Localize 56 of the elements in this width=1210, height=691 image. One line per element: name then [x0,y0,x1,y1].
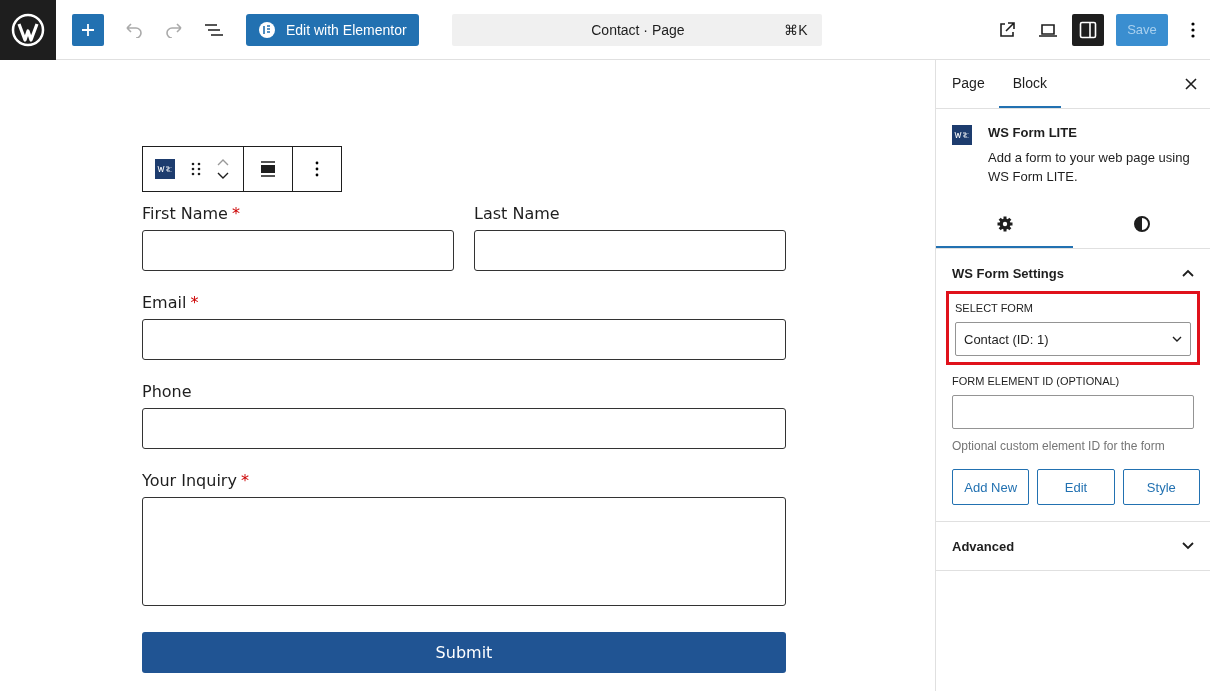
external-link-icon[interactable] [998,20,1016,39]
add-block-button[interactable] [72,13,104,46]
sidebar-tab[interactable]: Page [938,60,999,108]
close-icon[interactable] [1185,78,1197,90]
submit-button[interactable]: Submit [142,632,786,673]
ws-form-icon[interactable] [155,159,175,179]
block-name: WS Form LITE [988,125,1078,140]
align-icon[interactable] [260,161,276,177]
move-down-icon[interactable] [217,172,229,180]
field-label: Your Inquiry [142,471,237,490]
ws-form-icon [952,125,972,145]
input-field[interactable] [952,395,1194,429]
panel-header[interactable]: WS Form Settings [936,249,1210,297]
field-label: First Name [142,204,228,223]
edit-with-elementor-button[interactable]: Edit with Elementor [246,13,419,46]
elementor-icon [258,20,276,39]
panel-header[interactable]: Advanced [936,522,1210,570]
more-options-icon[interactable] [1190,20,1196,39]
required-mark: * [190,293,199,312]
field-label: Phone [142,382,192,401]
laptop-icon[interactable] [1038,21,1058,38]
panel-button[interactable]: Edit [1037,469,1115,505]
wordpress-logo[interactable] [0,0,56,60]
block-description: Add a form to your web page using WS Form LITE. [988,149,1191,186]
chevron-icon [1182,542,1194,550]
wordpress-icon [11,12,45,47]
sidebar-tab[interactable]: Block [998,60,1061,108]
panel-button[interactable]: Add New [952,469,1030,505]
field-label: SELECT FORM [955,302,1035,314]
chevron-icon [1182,269,1194,277]
panel-button[interactable]: Style [1122,469,1200,505]
list-view-icon[interactable] [204,21,224,38]
shortcut-label: ⌘K [784,21,808,38]
sidebar-toggle[interactable] [1072,13,1104,46]
move-up-icon[interactable] [217,158,229,166]
drag-handle-icon[interactable] [191,162,201,176]
settings-icon [995,215,1014,233]
required-mark: * [231,204,240,223]
field-label: Last Name [474,204,560,223]
document-title: Contact · Page [590,21,686,38]
plus-icon [80,21,96,38]
field-label: Email [142,293,187,312]
chevron-down-icon [1172,336,1182,342]
field-label: FORM ELEMENT ID (OPTIONAL) [952,375,1121,387]
help-text: Optional custom element ID for the form [952,439,1166,453]
input-field[interactable] [142,230,454,271]
command-bar[interactable]: Contact · Page ⌘K [451,13,822,46]
more-options-icon[interactable] [315,161,319,177]
contrast-icon [1132,215,1151,233]
input-field[interactable] [474,230,786,271]
input-field[interactable] [142,408,786,449]
input-field[interactable] [142,319,786,360]
sidebar-icon [1079,20,1097,39]
required-mark: * [240,471,249,490]
form-select[interactable]: Contact (ID: 1) [955,322,1191,356]
textarea-field[interactable] [142,497,786,606]
